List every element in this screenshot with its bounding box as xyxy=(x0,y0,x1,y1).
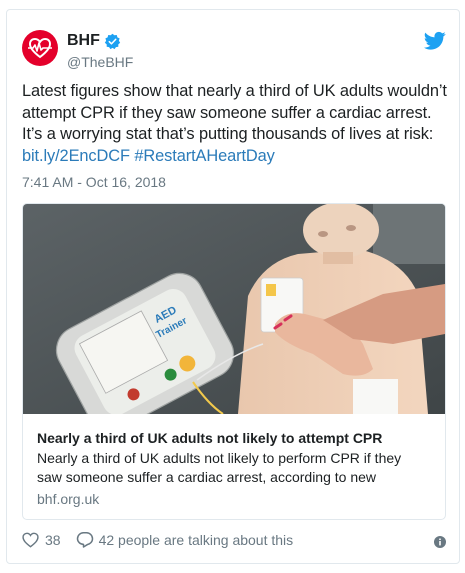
tweet-actions: 38 42 people are talking about this xyxy=(22,531,293,548)
heart-icon[interactable] xyxy=(22,532,39,548)
display-name[interactable]: BHF xyxy=(67,31,100,51)
like-count[interactable]: 38 xyxy=(45,532,61,548)
author-name-row[interactable]: BHF xyxy=(67,31,121,51)
card-domain: bhf.org.uk xyxy=(37,491,100,507)
tweet-text-line: Latest figures show that nearly a third … xyxy=(22,82,447,100)
card-description-line: Nearly a third of UK adults not likely t… xyxy=(37,450,402,466)
avatar[interactable] xyxy=(22,30,58,66)
reply-icon[interactable] xyxy=(76,531,94,548)
tweet-text-line: attempt CPR if they saw someone suffer a… xyxy=(22,103,432,122)
bhf-heart-logo-icon xyxy=(28,37,52,59)
conversation-link[interactable]: 42 people are talking about this xyxy=(99,532,294,548)
tweet-text-line: It’s a worrying stat that’s putting thou… xyxy=(22,125,434,143)
card-description-line: saw someone suffer a cardiac arrest, acc… xyxy=(37,469,377,485)
embedded-tweet: BHF @TheBHF Latest figures show that nea… xyxy=(6,9,460,564)
tweet-timestamp[interactable]: 7:41 AM - Oct 16, 2018 xyxy=(22,173,166,191)
info-icon[interactable] xyxy=(434,536,446,548)
card-description: Nearly a third of UK adults not likely t… xyxy=(37,449,437,487)
card-title[interactable]: Nearly a third of UK adults not likely t… xyxy=(37,429,437,447)
link-preview-card[interactable]: AED Trainer Nearly a third of UK adults … xyxy=(22,203,446,520)
tweet-text: Latest figures show that nearly a third … xyxy=(22,81,447,167)
tweet-links-line: bit.ly/2EncDCF #RestartAHeartDay xyxy=(22,146,447,168)
account-handle[interactable]: @TheBHF xyxy=(67,53,133,71)
hashtag-link[interactable]: #RestartAHeartDay xyxy=(134,147,275,165)
twitter-bird-icon[interactable] xyxy=(424,31,446,51)
shortened-link[interactable]: bit.ly/2EncDCF xyxy=(22,147,130,165)
verified-badge-icon xyxy=(104,33,121,49)
card-image[interactable]: AED Trainer xyxy=(23,204,445,414)
